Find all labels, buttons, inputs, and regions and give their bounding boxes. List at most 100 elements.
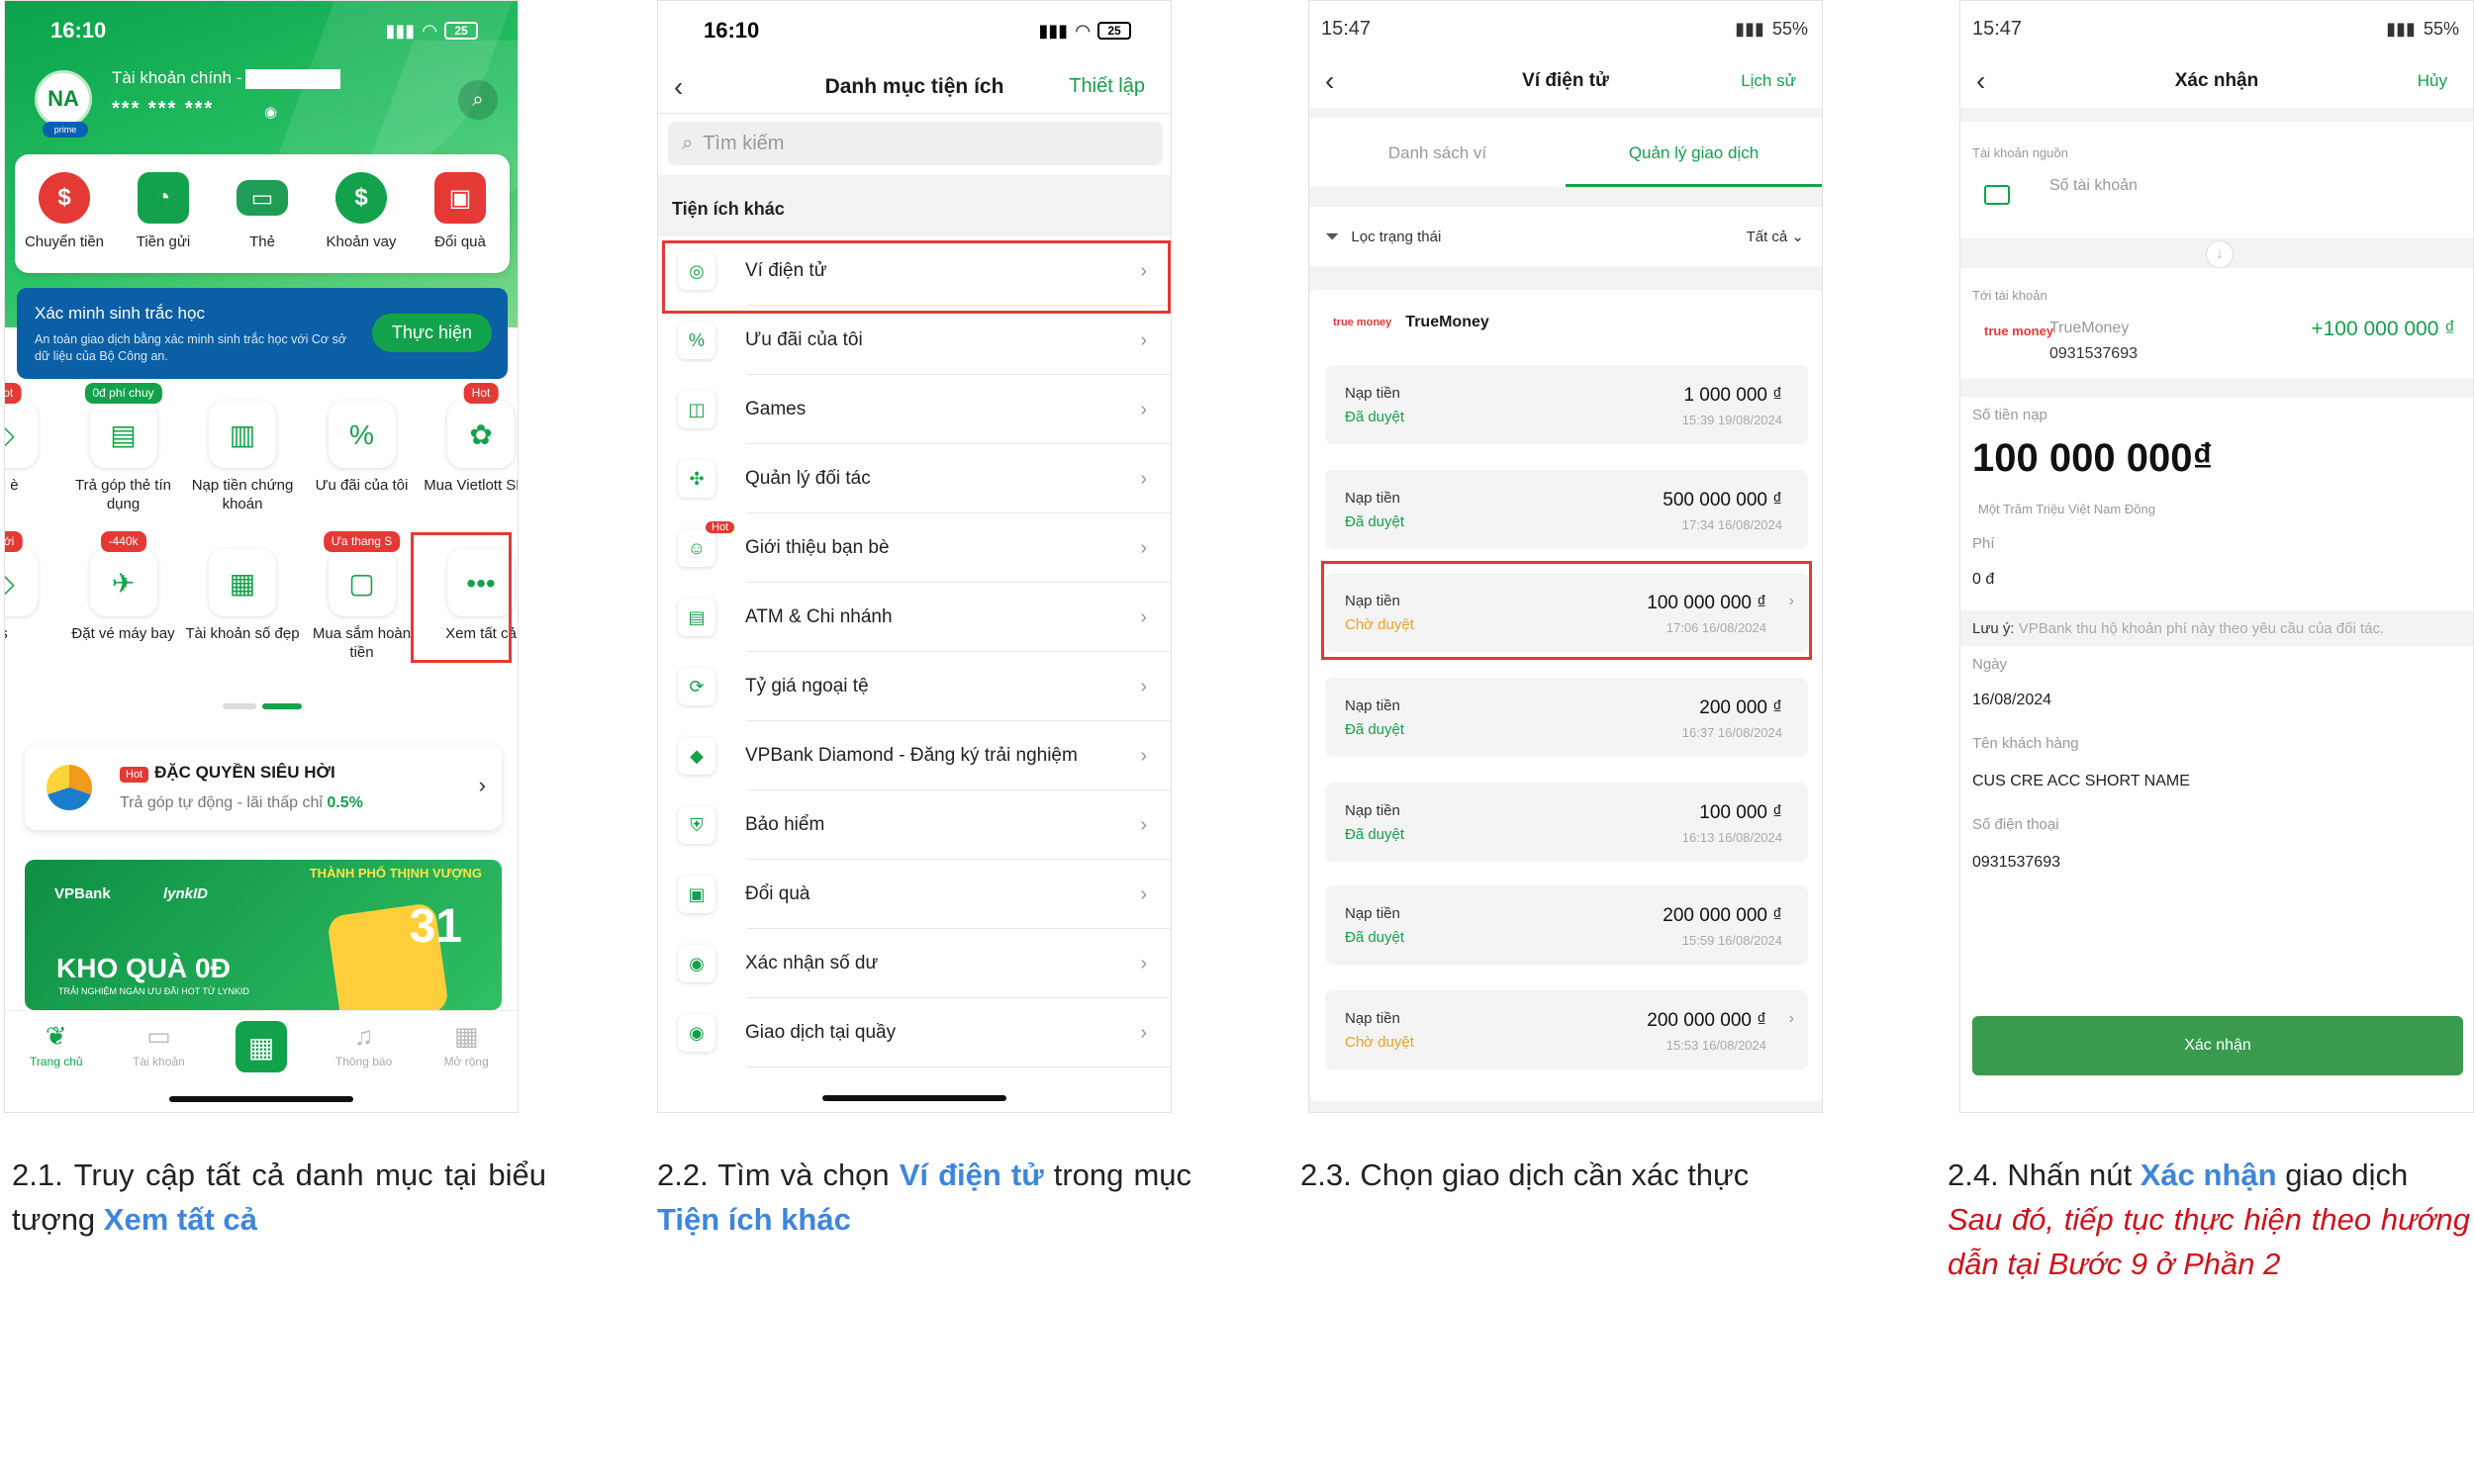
back-arrow-icon[interactable]: ‹ (1976, 65, 1985, 97)
service-flight[interactable]: -440k ✈ Đặt vé máy bay (65, 531, 182, 662)
tx-datetime: 16:13 16/08/2024 (1681, 830, 1782, 845)
service-nice-account[interactable]: ▦ Tài khoản số đẹp (184, 537, 301, 662)
tx-datetime: 15:39 19/08/2024 (1681, 413, 1782, 427)
caption-text: trong mục (1043, 1158, 1192, 1192)
chevron-right-icon: › (1140, 813, 1147, 836)
eye-icon[interactable]: ◉ (264, 103, 277, 121)
search-button[interactable]: ⌕ (458, 80, 498, 120)
list-item-balance-confirm[interactable]: ◉ Xác nhận số dư › (658, 929, 1171, 998)
list-item-diamond[interactable]: ◆ VPBank Diamond - Đăng ký trải nghiệm › (658, 721, 1171, 790)
cancel-link[interactable]: Hủy (2418, 71, 2447, 91)
transaction-row[interactable]: Nạp tiền Đã duyệt 200 000 000 ₫ 15:59 16/08… (1325, 885, 1808, 965)
chevron-right-icon: › (478, 773, 486, 797)
service-stock-topup[interactable]: ▥ Nạp tiền chứng khoán (184, 389, 301, 513)
status-time: 15:47 (1972, 17, 2023, 40)
shield-icon: ⛨ (678, 806, 715, 844)
provider-name: TrueMoney (1405, 314, 1489, 330)
list-item-fx-rate[interactable]: ⟳ Tỷ giá ngoại tệ › (658, 652, 1171, 721)
back-arrow-icon[interactable]: ‹ (1325, 65, 1334, 97)
list-item-label: Ưu đãi của tôi (745, 329, 863, 350)
list-item-label: VPBank Diamond - Đăng ký trải nghiệm (745, 745, 1078, 766)
list-item-insurance[interactable]: ⛨ Bảo hiểm › (658, 790, 1171, 860)
account-label[interactable]: Tài khoản chính - (112, 68, 341, 89)
caption-note: Sau đó, tiếp tục thực hiện theo hướng dẫ… (1948, 1202, 2470, 1281)
caption-text: 2.4. Nhấn nút (1948, 1158, 2141, 1192)
service-item[interactable]: Mới◇ s (5, 531, 62, 662)
transaction-row[interactable]: Nạp tiền Đã duyệt 1 000 000 ₫ 15:39 19/08/2… (1325, 365, 1808, 444)
airplane-icon: ✈ (89, 549, 157, 616)
exchange-icon: ⟳ (678, 668, 715, 705)
caption-highlight: Xác nhận (2140, 1158, 2277, 1192)
service-icon: ◇ (5, 401, 38, 468)
tx-status: Đã duyệt (1345, 513, 1405, 530)
header: ‹ Xác nhận Hủy (1960, 54, 2473, 108)
battery-icon: 25 (444, 22, 478, 40)
gift-icon: ▣ (434, 172, 486, 224)
nav-label: Mở rộng (443, 1055, 489, 1068)
status-bar: 16:10 ▮▮▮ ◠ 25 (658, 1, 1171, 60)
transaction-row[interactable]: Nạp tiền Đã duyệt 100 000 ₫ 16:13 16/08/202… (1325, 783, 1808, 862)
service-installment[interactable]: 0đ phí chuy ▤ Trả góp thẻ tín dụng (65, 383, 182, 513)
transaction-row[interactable]: Nạp tiền Đã duyệt 200 000 ₫ 16:37 16/08/202… (1325, 678, 1808, 757)
transaction-row[interactable]: Nạp tiền Đã duyệt 500 000 000 ₫ 17:34 16/08… (1325, 470, 1808, 549)
quick-card[interactable]: ▭ Thẻ (215, 172, 310, 273)
home-indicator (822, 1095, 1006, 1101)
highlight-pending-transaction (1321, 561, 1812, 660)
qr-code-icon: ▦ (235, 1021, 287, 1072)
quick-savings[interactable]: ◔ Tiền gửi (116, 172, 211, 273)
tab-transactions[interactable]: Quản lý giao dịch (1566, 118, 1822, 187)
tx-status: Đã duyệt (1345, 409, 1405, 425)
list-item-referral[interactable]: ☺ Hot Giới thiệu bạn bè › (658, 513, 1171, 583)
status-time: 16:10 (50, 18, 107, 43)
friends-icon: ☺ (678, 529, 715, 567)
service-vietlott[interactable]: Hot✿ Mua Vietlott SMS (423, 383, 518, 513)
history-link[interactable]: Lịch sử (1741, 71, 1796, 91)
signal-icon: ▮▮▮ (1038, 20, 1069, 41)
search-input[interactable]: ⌕ Tìm kiếm (668, 122, 1163, 165)
source-value: Số tài khoản (2049, 177, 2138, 194)
list-item-partners[interactable]: ✣ Quản lý đối tác › (658, 444, 1171, 513)
quick-actions: $ Chuyển tiền ◔ Tiền gửi ▭ Thẻ $ Khoản vay ▣… (15, 154, 510, 273)
list-item-counter[interactable]: ◉ Giao dịch tại quầy › (658, 998, 1171, 1067)
tag-badge: 0đ phí chuy (84, 383, 162, 404)
list-item-rewards[interactable]: ▣ Đổi quà › (658, 860, 1171, 929)
bell-icon: ♫ (353, 1021, 374, 1051)
status-time: 16:10 (704, 18, 760, 43)
service-my-offers[interactable]: % Ưu đãi của tôi (304, 389, 421, 513)
search-placeholder: Tìm kiếm (703, 132, 785, 154)
account-icon: ▭ (146, 1021, 171, 1051)
promo-card[interactable]: Hot ĐẶC QUYỀN SIÊU HỜI Trả góp tự động - … (25, 745, 502, 830)
list-item-atm[interactable]: ▤ ATM & Chi nhánh › (658, 583, 1171, 652)
list-item-my-offers[interactable]: % Ưu đãi của tôi › (658, 306, 1171, 375)
tx-amount: 500 000 000 ₫ (1663, 490, 1782, 510)
quick-transfer[interactable]: $ Chuyển tiền (17, 172, 112, 273)
settings-link[interactable]: Thiết lập (1069, 75, 1145, 98)
quick-loan[interactable]: $ Khoản vay (314, 172, 409, 273)
nav-home[interactable]: ❦ Trang chủ (7, 1021, 106, 1112)
tab-wallet-list[interactable]: Danh sách ví (1309, 118, 1566, 187)
customer-value: CUS CRE ACC SHORT NAME (1972, 773, 2190, 789)
filter-value[interactable]: Tất cả ⌄ (1747, 228, 1804, 245)
avatar[interactable]: NA (35, 70, 92, 128)
transaction-row-pending[interactable]: Nạp tiền Chờ duyệt 200 000 000 ₫ 15:53 16/0… (1325, 990, 1808, 1069)
quick-label: Thẻ (249, 233, 275, 250)
service-cashback[interactable]: Ưa thang S ▢ Mua sắm hoàn tiền (304, 531, 421, 662)
nav-more[interactable]: ▦ Mở rộng (417, 1021, 516, 1112)
confirm-button[interactable]: Xác nhận (1972, 1016, 2463, 1075)
promo-banner[interactable]: VPBank lynkID THÀNH PHỐ THỊNH VƯỢNG 31 K… (25, 860, 502, 1010)
card-icon: ▭ (237, 180, 288, 216)
customer-label: Tên khách hàng (1972, 735, 2079, 752)
tx-datetime: 17:34 16/08/2024 (1681, 517, 1782, 532)
quick-gift[interactable]: ▣ Đổi quà (413, 172, 508, 273)
chevron-right-icon: › (1140, 744, 1147, 767)
section-title: Tiện ích khác (672, 199, 785, 219)
money-bag-icon: $ (335, 172, 387, 224)
back-arrow-icon[interactable]: ‹ (674, 71, 683, 103)
list-item-games[interactable]: ◫ Games › (658, 375, 1171, 444)
bio-button[interactable]: Thực hiện (371, 314, 492, 352)
hot-badge: Hot (706, 521, 735, 533)
service-item[interactable]: Hot◇ ệu è (5, 383, 62, 513)
status-filter[interactable]: ⏷ Lọc trạng thái Tất cả ⌄ (1309, 207, 1822, 266)
tx-kind: Nạp tiền (1345, 1010, 1400, 1027)
balance-masked: *** *** *** (112, 98, 215, 120)
